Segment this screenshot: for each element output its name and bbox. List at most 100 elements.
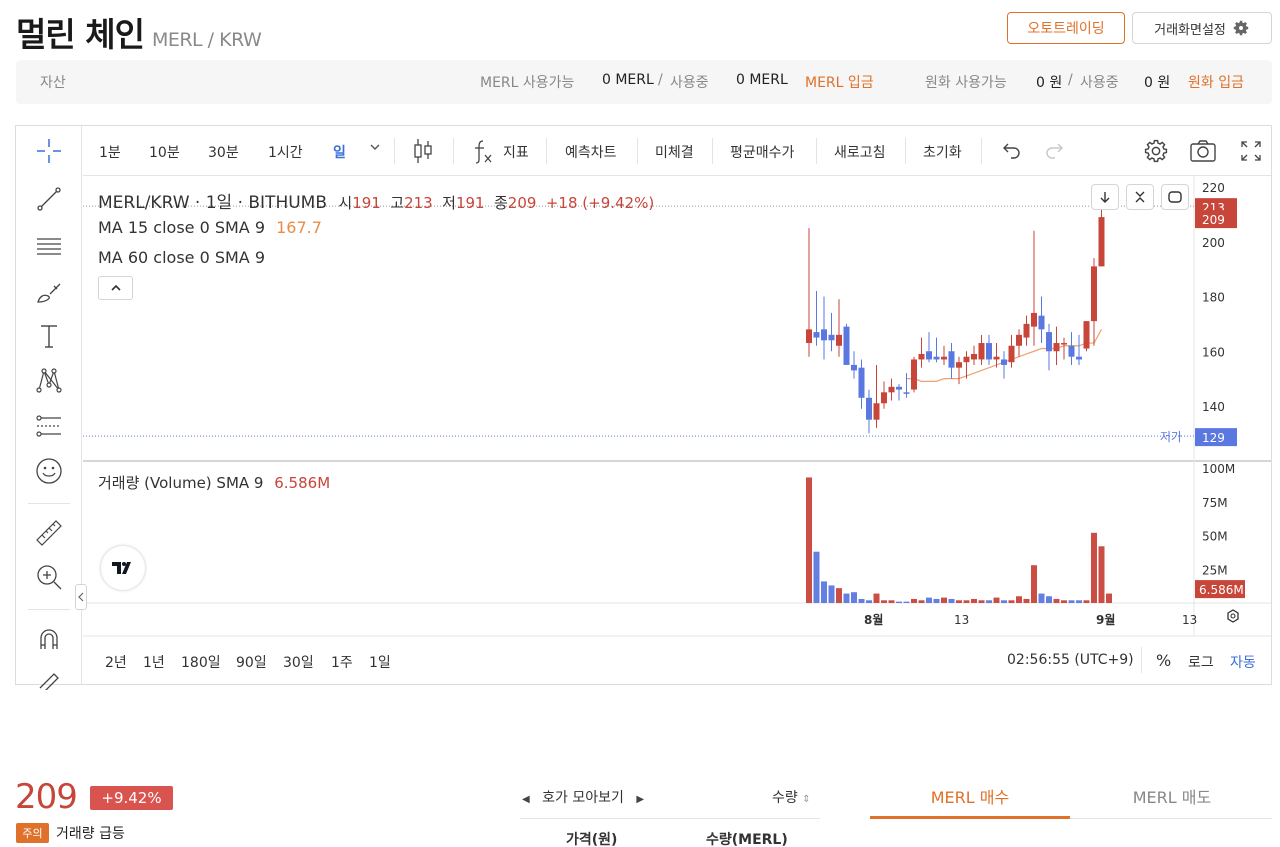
log-scale-button[interactable]: 로그 (1188, 652, 1214, 672)
triangle-right-icon[interactable]: ▶ (636, 794, 644, 805)
collapse-pane-button[interactable] (1126, 184, 1154, 210)
krw-in-use-value: 0 원 (1144, 75, 1171, 91)
tradingview-logo[interactable] (101, 546, 145, 590)
candle-body (986, 343, 992, 360)
qty-sort-button[interactable]: 수량 ⇕ (772, 787, 811, 807)
merl-in-use-value: 0 MERL (736, 72, 788, 88)
ma60-label: MA 60 close 0 SMA 9 (98, 248, 266, 267)
volume-bar (1061, 600, 1067, 603)
candle-body (903, 392, 910, 394)
slash-separator: / (658, 72, 663, 88)
ma15-value: 167.7 (276, 218, 322, 237)
low-price-badge: 129 (1202, 431, 1225, 445)
candle-body (873, 403, 880, 420)
price-tick-label: 200 (1202, 236, 1225, 250)
clock: 02:56:55 (UTC+9) (1007, 652, 1134, 668)
collapse-toolbar-button[interactable] (75, 584, 87, 610)
range-30d[interactable]: 30일 (283, 652, 314, 672)
candle-body (858, 367, 865, 398)
time-axis-label: 13 (954, 613, 969, 627)
time-axis-label: 13 (1182, 613, 1197, 627)
tab-sell[interactable]: MERL 매도 (1072, 784, 1272, 808)
volume-bar (926, 597, 932, 603)
low-label: 저 (442, 194, 456, 212)
orderbook-grouping[interactable]: ◀ 호가 모아보기 ▶ (522, 787, 644, 807)
range-2y[interactable]: 2년 (105, 652, 127, 672)
volume-tick-label: 50M (1202, 530, 1228, 544)
triangle-left-icon[interactable]: ◀ (522, 794, 530, 805)
price-tick-label: 160 (1202, 345, 1225, 359)
current-price: 209 (15, 777, 78, 817)
volume-bar (1046, 596, 1052, 603)
tab-buy[interactable]: MERL 매수 (870, 784, 1070, 808)
percent-scale-button[interactable]: % (1156, 651, 1171, 670)
volume-bar (1076, 600, 1082, 603)
volume-bar (873, 593, 880, 603)
arrow-down-icon (1100, 192, 1110, 203)
range-1d[interactable]: 1일 (369, 652, 391, 672)
volume-bar (918, 600, 925, 603)
volume-tick-label: 25M (1202, 563, 1228, 577)
candle-body (956, 362, 962, 368)
candle-body (948, 351, 955, 368)
collapse-legend-button[interactable] (98, 276, 133, 300)
merl-in-use-label: 사용중 (670, 75, 709, 91)
krw-deposit-link[interactable]: 원화 입금 (1188, 72, 1244, 92)
orderbook-grouping-label: 호가 모아보기 (542, 790, 624, 806)
candle-body (971, 353, 977, 360)
volume-bar (866, 600, 872, 603)
volume-bar (888, 600, 895, 603)
volume-bar (993, 597, 1000, 603)
candle-body (1031, 312, 1037, 327)
volume-bar (806, 477, 812, 603)
gear-icon (1233, 20, 1249, 36)
auto-trading-button[interactable]: 오토트레이딩 (1007, 12, 1125, 44)
volume-bar (986, 600, 992, 603)
merl-available-value: 0 MERL (602, 72, 654, 88)
volume-value: 6.586M (274, 474, 331, 492)
maximize-pane-button[interactable] (1161, 184, 1189, 210)
range-90d[interactable]: 90일 (236, 652, 267, 672)
range-1y[interactable]: 1년 (143, 652, 165, 672)
volume-bar (956, 600, 962, 603)
candle-body (993, 356, 1000, 360)
volume-bar (1098, 546, 1105, 603)
range-1w[interactable]: 1주 (331, 652, 353, 672)
volume-bar (963, 600, 970, 603)
auto-scale-button[interactable]: 자동 (1230, 652, 1256, 672)
volume-bar (813, 551, 820, 603)
krw-available-value: 0 원 (1036, 75, 1063, 91)
volume-tick-label: 100M (1202, 462, 1235, 476)
orderbook-col-qty: 수량(MERL) (706, 832, 788, 847)
volume-bar (933, 598, 940, 603)
orderbook-col-price: 가격(원) (566, 832, 618, 847)
axis-settings-hex-icon (1227, 609, 1239, 623)
low-value: 191 (455, 194, 485, 212)
qty-sort-label: 수량 (772, 790, 798, 806)
low-marker-label: 저가 (1160, 430, 1182, 444)
screen-settings-button[interactable]: 거래화면설정 (1132, 12, 1272, 44)
candle-body (1091, 266, 1097, 322)
candle-body (1076, 356, 1082, 360)
ma60-legend: MA 60 close 0 SMA 9 (98, 248, 265, 267)
candle-body (1001, 359, 1007, 365)
price-tick-label: 220 (1202, 181, 1225, 195)
sort-icon: ⇕ (802, 794, 811, 805)
candle-body (926, 351, 932, 360)
volume-badge: 6.586M (1199, 583, 1244, 597)
volume-bar (948, 598, 955, 603)
candle-body (1023, 323, 1030, 338)
ma15-legend: MA 15 close 0 SMA 9 167.7 (98, 218, 322, 237)
volume-label: 거래량 (Volume) SMA 9 (98, 474, 264, 492)
range-180d[interactable]: 180일 (181, 652, 221, 672)
scroll-down-button[interactable] (1091, 184, 1119, 210)
merl-deposit-link[interactable]: MERL 입금 (805, 72, 874, 92)
close-value: 209 (507, 194, 537, 212)
asset-label: 자산 (40, 75, 66, 91)
coin-name: 멀린 체인 (16, 15, 145, 54)
volume-bar (941, 597, 947, 603)
volume-bar (896, 601, 902, 603)
candle-body (1046, 332, 1052, 352)
candle-body (1061, 343, 1067, 345)
chart-frame: 1분 10분 30분 1시간 일 지표 예측차트 미체결 평균매수가 새로고침 … (15, 125, 1272, 690)
